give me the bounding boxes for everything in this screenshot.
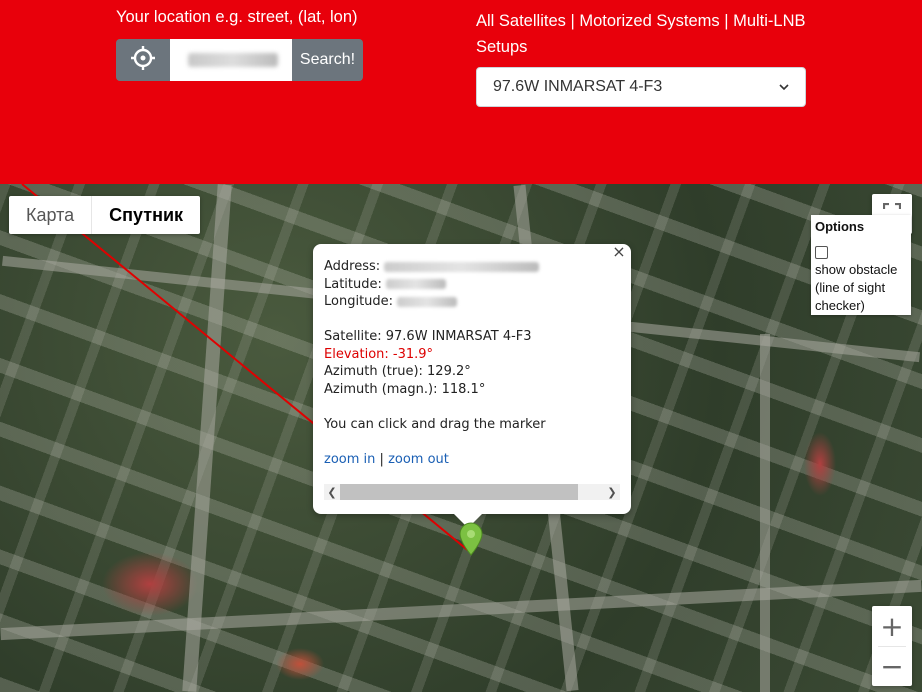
site-header: Your location e.g. street, (lat, lon) Se… bbox=[0, 0, 922, 184]
location-label: Your location e.g. street, (lat, lon) bbox=[116, 8, 358, 26]
popup-latitude: Latitude: bbox=[324, 276, 620, 294]
scroll-left-icon[interactable]: ❮ bbox=[324, 486, 340, 499]
locate-button[interactable] bbox=[116, 39, 170, 81]
options-title: Options bbox=[815, 219, 865, 234]
close-icon[interactable]: × bbox=[611, 244, 627, 260]
zoom-in-button[interactable]: + bbox=[872, 606, 912, 646]
obstacle-checkbox[interactable] bbox=[815, 246, 828, 259]
redacted-longitude bbox=[397, 296, 458, 307]
scroll-right-icon[interactable]: ❯ bbox=[604, 486, 620, 499]
popup-azimuth-magn: Azimuth (magn.): 118.1° bbox=[324, 381, 486, 397]
zoom-link-separator: | bbox=[379, 451, 384, 467]
popup-zoom-links: zoom in | zoom out bbox=[324, 451, 620, 469]
zoom-control: + − bbox=[872, 606, 912, 686]
zoom-out-button[interactable]: − bbox=[872, 646, 912, 686]
address-label: Address: bbox=[324, 259, 381, 274]
map-marker-icon[interactable] bbox=[458, 522, 484, 560]
popup-elevation: Elevation: -31.9° bbox=[324, 346, 434, 362]
popup-address: Address: bbox=[324, 258, 620, 276]
satellite-map[interactable]: Карта Спутник Options show obstacle (lin… bbox=[0, 184, 922, 692]
popup-longitude: Longitude: bbox=[324, 293, 620, 311]
popup-drag-hint: You can click and drag the marker bbox=[324, 416, 546, 432]
longitude-label: Longitude: bbox=[324, 294, 394, 309]
search-group: Search! bbox=[116, 39, 363, 81]
zoom-out-link[interactable]: zoom out bbox=[388, 452, 449, 467]
popup-horizontal-scrollbar[interactable]: ❮ ❯ bbox=[324, 484, 620, 500]
popup-azimuth-true: Azimuth (true): 129.2° bbox=[324, 364, 471, 379]
map-type-control: Карта Спутник bbox=[9, 196, 201, 234]
map-type-satellite[interactable]: Спутник bbox=[91, 196, 200, 234]
zoom-in-link[interactable]: zoom in bbox=[324, 452, 375, 467]
popup-satellite: Satellite: 97.6W INMARSAT 4-F3 bbox=[324, 329, 532, 344]
map-type-map[interactable]: Карта bbox=[9, 196, 91, 234]
info-popup: × Address: Latitude: Longitude: Satellit… bbox=[313, 244, 631, 514]
crosshair-icon bbox=[130, 45, 156, 75]
chevron-down-icon bbox=[779, 78, 789, 96]
obstacle-checkbox-label: show obstacle (line of sight checker) bbox=[815, 262, 898, 313]
satellite-select[interactable]: 97.6W INMARSAT 4-F3 bbox=[476, 67, 806, 107]
satellite-links[interactable]: All Satellites | Motorized Systems | Mul… bbox=[476, 8, 806, 60]
redacted-latitude bbox=[386, 279, 447, 289]
options-panel: Options show obstacle (line of sight che… bbox=[811, 215, 911, 315]
redacted-address bbox=[384, 261, 540, 272]
satellite-select-value: 97.6W INMARSAT 4-F3 bbox=[493, 78, 663, 95]
scrollbar-thumb[interactable] bbox=[340, 484, 578, 500]
search-button[interactable]: Search! bbox=[292, 39, 363, 81]
redacted-location bbox=[188, 53, 278, 67]
latitude-label: Latitude: bbox=[324, 276, 382, 292]
